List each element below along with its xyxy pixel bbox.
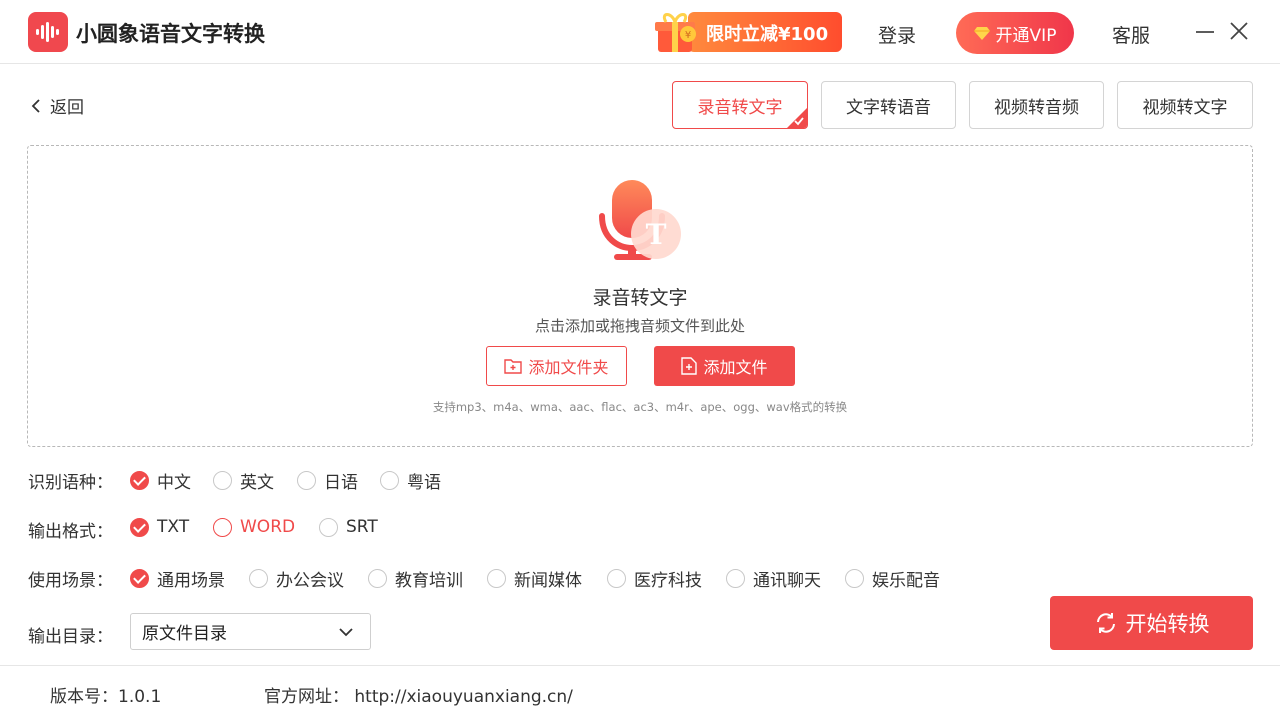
tab-label: 文字转语音 xyxy=(846,97,931,118)
radio-icon xyxy=(213,517,232,537)
tab-label: 视频转文字 xyxy=(1142,97,1228,118)
scene-option-medical[interactable]: 医疗科技 xyxy=(607,566,702,591)
vip-button[interactable]: 开通VIP xyxy=(956,12,1074,54)
login-link[interactable]: 登录 xyxy=(878,21,916,48)
radio-checked-icon xyxy=(130,569,149,588)
radio-icon xyxy=(726,569,745,588)
minimize-icon[interactable] xyxy=(1194,20,1216,42)
promo-banner[interactable]: ¥ 限时立减¥100 xyxy=(648,10,842,52)
version-text: 版本号：1.0.1 xyxy=(50,687,162,707)
option-label: SRT xyxy=(346,517,378,537)
tab-label: 视频转音频 xyxy=(994,97,1079,118)
refresh-icon xyxy=(1096,613,1115,633)
start-label: 开始转换 xyxy=(1125,612,1210,636)
dropzone-title: 录音转文字 xyxy=(592,287,688,309)
promo-label: 限时立减¥100 xyxy=(706,24,829,45)
radio-icon xyxy=(487,569,506,588)
app-window: 小圆象语音文字转换 ¥ 限时立减¥100 登录 开通VIP 客服 返回 录音转文… xyxy=(0,0,1280,720)
dropzone-subtitle: 点击添加或拖拽音频文件到此处 xyxy=(534,317,745,335)
folder-add-icon xyxy=(504,359,523,374)
format-option-srt[interactable]: SRT xyxy=(319,517,378,537)
radio-icon xyxy=(368,569,387,588)
language-label: 识别语种： xyxy=(28,473,113,493)
tab-label: 录音转文字 xyxy=(697,97,783,118)
add-file-button[interactable]: 添加文件 xyxy=(654,346,795,386)
format-label: 输出格式： xyxy=(28,522,113,542)
option-label: 医疗科技 xyxy=(634,571,702,591)
start-convert-button[interactable]: 开始转换 xyxy=(1050,596,1253,650)
option-label: TXT xyxy=(157,517,190,537)
radio-icon xyxy=(380,471,399,490)
tab-text-to-speech[interactable]: 文字转语音 xyxy=(821,81,956,129)
format-option-txt[interactable]: TXT xyxy=(130,517,189,537)
option-label: 娱乐配音 xyxy=(872,571,940,591)
file-add-icon xyxy=(681,357,698,375)
radio-icon xyxy=(249,569,268,588)
close-icon[interactable] xyxy=(1228,20,1250,42)
option-label: 通讯聊天 xyxy=(753,571,821,591)
supported-formats-note: 支持mp3、m4a、wma、aac、flac、ac3、m4r、ape、ogg、w… xyxy=(432,400,848,414)
footer xyxy=(0,665,1280,720)
radio-icon xyxy=(845,569,864,588)
tab-audio-to-text[interactable]: 录音转文字 xyxy=(672,81,808,129)
language-option-cantonese[interactable]: 粤语 xyxy=(380,468,441,493)
scene-option-chat[interactable]: 通讯聊天 xyxy=(726,566,821,591)
scene-label: 使用场景： xyxy=(28,571,113,591)
add-folder-label: 添加文件夹 xyxy=(528,358,609,377)
svg-text:¥: ¥ xyxy=(685,30,691,41)
vip-label: 开通VIP xyxy=(995,25,1057,46)
radio-icon xyxy=(297,471,316,490)
microphone-text-icon: T xyxy=(599,180,681,260)
language-option-english[interactable]: 英文 xyxy=(213,468,274,493)
output-dir-label: 输出目录： xyxy=(28,627,113,647)
tab-video-to-audio[interactable]: 视频转音频 xyxy=(969,81,1104,129)
language-option-chinese[interactable]: 中文 xyxy=(130,468,191,493)
option-label: 办公会议 xyxy=(276,571,344,591)
radio-icon xyxy=(213,471,232,490)
option-label: 粤语 xyxy=(407,473,441,493)
output-dir-select[interactable]: 原文件目录 xyxy=(130,613,371,650)
scene-option-entertainment[interactable]: 娱乐配音 xyxy=(845,566,940,591)
radio-checked-icon xyxy=(130,517,149,537)
back-label: 返回 xyxy=(50,98,84,118)
chevron-down-icon xyxy=(339,628,353,637)
radio-checked-icon xyxy=(130,471,149,490)
scene-option-meeting[interactable]: 办公会议 xyxy=(249,566,344,591)
website-text: 官方网址： http://xiaouyuanxiang.cn/ xyxy=(264,687,573,707)
scene-option-general[interactable]: 通用场景 xyxy=(130,566,225,591)
format-option-word[interactable]: WORD xyxy=(213,517,295,537)
check-icon xyxy=(794,117,804,126)
radio-icon xyxy=(319,517,338,537)
option-label: 中文 xyxy=(157,473,191,493)
app-logo-icon xyxy=(28,12,68,52)
svg-text:T: T xyxy=(646,218,667,251)
option-label: 新闻媒体 xyxy=(514,571,582,591)
scene-option-education[interactable]: 教育培训 xyxy=(368,566,463,591)
option-label: 日语 xyxy=(324,473,358,493)
scene-option-news[interactable]: 新闻媒体 xyxy=(487,566,582,591)
back-button[interactable]: 返回 xyxy=(30,93,84,118)
app-name: 小圆象语音文字转换 xyxy=(76,22,265,46)
option-label: 通用场景 xyxy=(157,571,225,591)
option-label: 教育培训 xyxy=(395,571,463,591)
customer-service-link[interactable]: 客服 xyxy=(1112,21,1150,48)
diamond-icon xyxy=(973,27,990,40)
tab-video-to-text[interactable]: 视频转文字 xyxy=(1117,81,1253,129)
radio-icon xyxy=(607,569,626,588)
gift-icon: ¥ xyxy=(655,13,696,52)
chevron-left-icon xyxy=(31,98,40,113)
option-label: 英文 xyxy=(240,473,274,493)
add-folder-button[interactable]: 添加文件夹 xyxy=(486,346,627,386)
language-option-japanese[interactable]: 日语 xyxy=(297,468,358,493)
option-label: WORD xyxy=(240,517,296,537)
title-bar: 小圆象语音文字转换 ¥ 限时立减¥100 登录 开通VIP 客服 xyxy=(0,0,1280,64)
add-file-label: 添加文件 xyxy=(703,358,768,377)
output-dir-value: 原文件目录 xyxy=(142,624,227,644)
